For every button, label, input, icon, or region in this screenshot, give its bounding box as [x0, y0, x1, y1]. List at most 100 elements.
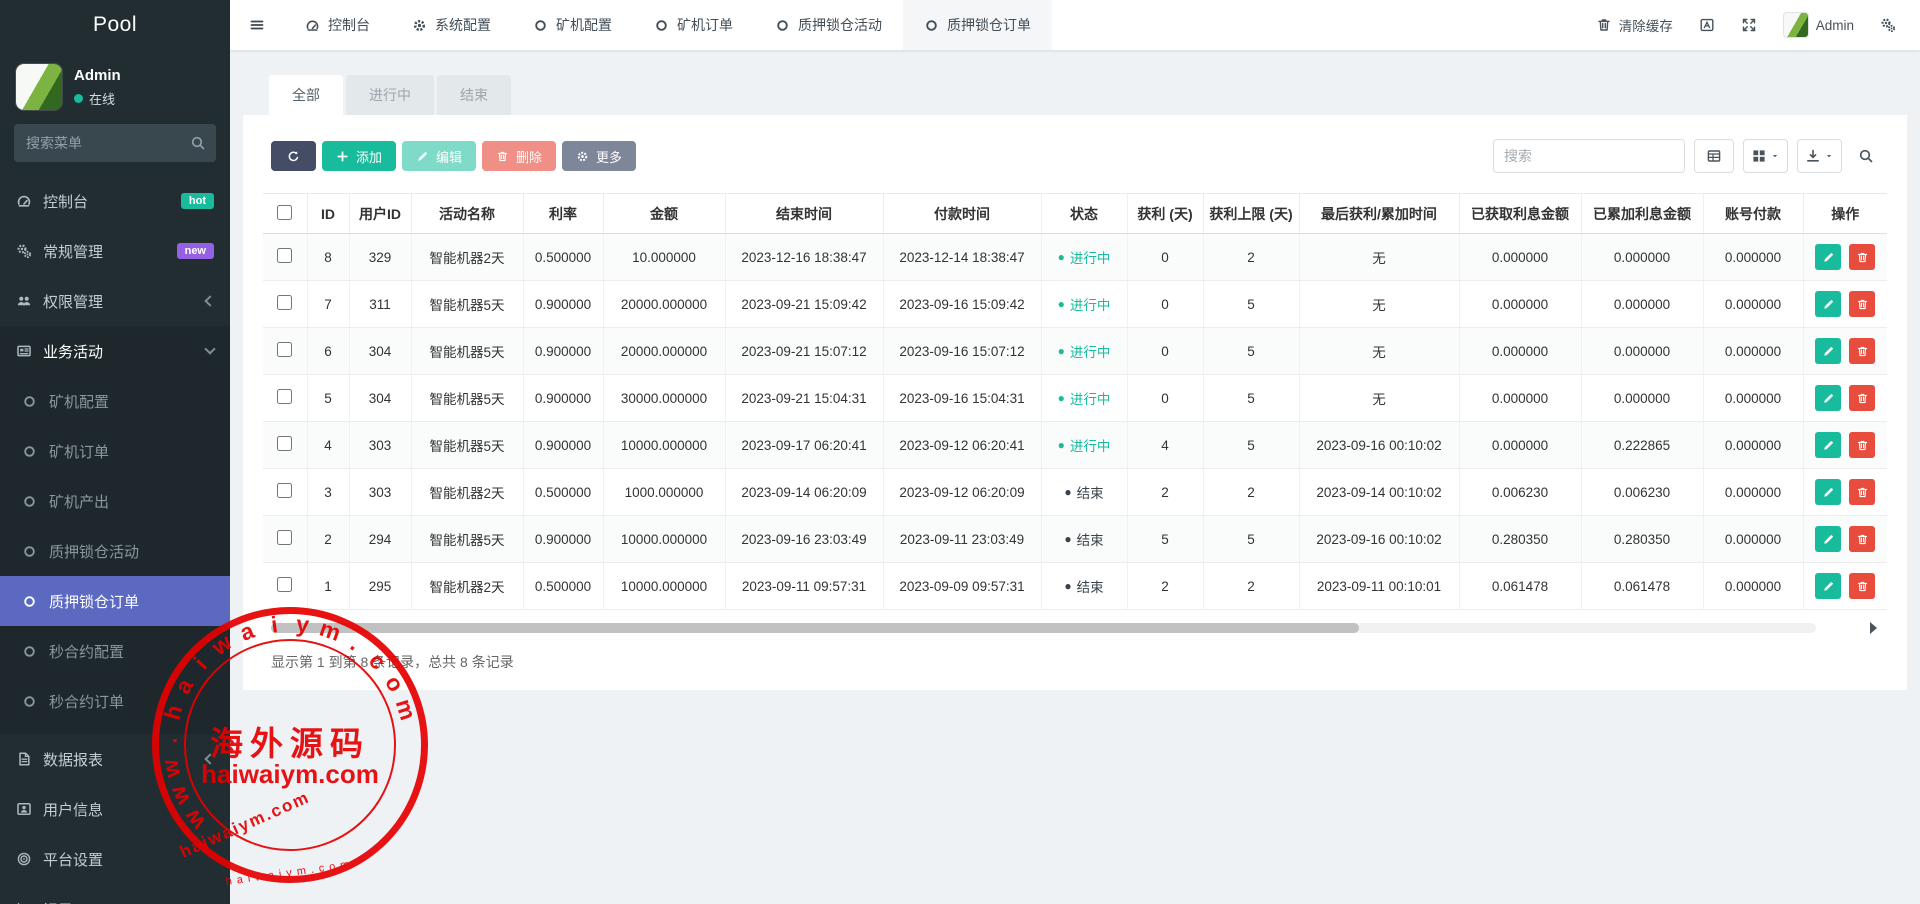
tab-staking-activity[interactable]: 质押锁仓活动	[754, 0, 903, 50]
row-delete-button[interactable]	[1849, 338, 1875, 364]
cell-last-profit-time: 无	[1299, 281, 1459, 328]
clear-cache-button[interactable]: 清除缓存	[1596, 15, 1673, 35]
sidebar-item-dashboard[interactable]: 控制台 hot	[0, 176, 230, 226]
row-edit-button[interactable]	[1815, 479, 1841, 505]
refresh-button[interactable]	[271, 141, 316, 171]
row-edit-button[interactable]	[1815, 526, 1841, 552]
cell-profit-cap: 5	[1203, 328, 1299, 375]
row-delete-button[interactable]	[1849, 244, 1875, 270]
language-button[interactable]	[1699, 17, 1715, 33]
cell-interest-acc: 0.280350	[1581, 516, 1703, 563]
sidebar-item-seconds-config[interactable]: 秒合约配置	[0, 626, 230, 676]
circle-icon	[22, 444, 37, 459]
col-rate: 利率	[523, 194, 603, 234]
tab-miner-orders[interactable]: 矿机订单	[633, 0, 754, 50]
delete-button[interactable]: 删除	[482, 141, 556, 171]
select-all-checkbox[interactable]	[277, 205, 292, 220]
pencil-icon	[1822, 298, 1835, 311]
cell-last-profit-time: 无	[1299, 375, 1459, 422]
pencil-icon	[1822, 345, 1835, 358]
export-button[interactable]	[1797, 139, 1842, 173]
edit-button[interactable]: 编辑	[402, 141, 476, 171]
cell-activity-name: 智能机器5天	[411, 516, 523, 563]
cell-amount: 1000.000000	[603, 469, 725, 516]
sidebar-item-permissions[interactable]: 权限管理	[0, 276, 230, 326]
row-delete-button[interactable]	[1849, 291, 1875, 317]
cell-rate: 0.900000	[523, 422, 603, 469]
filter-tab-ended[interactable]: 结束	[437, 75, 511, 115]
sidebar-item-reports[interactable]: 数据报表	[0, 734, 230, 784]
pencil-icon	[1822, 580, 1835, 593]
menu-search-input[interactable]	[14, 124, 216, 162]
status-badge: ●进行中	[1058, 247, 1111, 267]
row-edit-button[interactable]	[1815, 338, 1841, 364]
sidebar-item-general[interactable]: 常规管理 new	[0, 226, 230, 276]
row-edit-button[interactable]	[1815, 573, 1841, 599]
cell-actions	[1803, 469, 1887, 516]
cell-account-pay: 0.000000	[1703, 375, 1803, 422]
sidebar-item-user-info[interactable]: 用户信息	[0, 784, 230, 834]
user-name: Admin	[74, 67, 121, 84]
tab-system-config[interactable]: 系统配置	[391, 0, 512, 50]
sidebar-item-miner-config[interactable]: 矿机配置	[0, 376, 230, 426]
sidebar-item-seconds-orders[interactable]: 秒合约订单	[0, 676, 230, 726]
sidebar-item-miner-output[interactable]: 矿机产出	[0, 476, 230, 526]
add-button[interactable]: 添加	[322, 141, 396, 171]
advanced-search-button[interactable]	[1851, 139, 1881, 173]
settings-button[interactable]	[1880, 17, 1896, 33]
tab-miner-config[interactable]: 矿机配置	[512, 0, 633, 50]
row-checkbox[interactable]	[277, 342, 292, 357]
fullscreen-button[interactable]	[1741, 17, 1757, 33]
row-checkbox[interactable]	[277, 483, 292, 498]
row-edit-button[interactable]	[1815, 385, 1841, 411]
cell-id: 1	[307, 563, 349, 610]
cell-status: ●结束	[1041, 516, 1127, 563]
sidebar-search	[14, 124, 216, 162]
row-checkbox[interactable]	[277, 577, 292, 592]
row-checkbox[interactable]	[277, 389, 292, 404]
status-dot-icon: ●	[1064, 532, 1071, 546]
cell-account-pay: 0.000000	[1703, 422, 1803, 469]
row-edit-button[interactable]	[1815, 291, 1841, 317]
sidebar-item-staking-orders[interactable]: 质押锁仓订单	[0, 576, 230, 626]
more-button[interactable]: 更多	[562, 141, 636, 171]
row-delete-button[interactable]	[1849, 432, 1875, 458]
chevron-right-icon[interactable]	[1870, 622, 1877, 634]
col-actions: 操作	[1803, 194, 1887, 234]
row-checkbox[interactable]	[277, 530, 292, 545]
cell-user-id: 304	[349, 375, 411, 422]
row-delete-button[interactable]	[1849, 385, 1875, 411]
sidebar-item-miner-orders[interactable]: 矿机订单	[0, 426, 230, 476]
sidebar-item-staking-activity[interactable]: 质押锁仓活动	[0, 526, 230, 576]
row-delete-button[interactable]	[1849, 526, 1875, 552]
table-search-input[interactable]	[1493, 139, 1685, 173]
cell-interest-got: 0.000000	[1459, 422, 1581, 469]
toggle-view-button[interactable]	[1694, 139, 1734, 173]
row-checkbox[interactable]	[277, 248, 292, 263]
pencil-icon	[1822, 251, 1835, 264]
user-menu[interactable]: Admin	[1783, 12, 1854, 38]
avatar	[16, 64, 62, 110]
cell-profit-cap: 2	[1203, 563, 1299, 610]
row-delete-button[interactable]	[1849, 573, 1875, 599]
scrollbar-track[interactable]	[271, 623, 1816, 633]
bullseye-icon	[16, 851, 32, 867]
filter-tab-running[interactable]: 进行中	[346, 75, 434, 115]
row-edit-button[interactable]	[1815, 432, 1841, 458]
row-edit-button[interactable]	[1815, 244, 1841, 270]
scrollbar-thumb[interactable]	[271, 623, 1359, 633]
gear-icon	[412, 18, 427, 33]
row-checkbox[interactable]	[277, 436, 292, 451]
filter-tab-all[interactable]: 全部	[269, 75, 343, 115]
search-icon	[190, 135, 206, 151]
row-checkbox-cell	[263, 234, 307, 281]
row-checkbox[interactable]	[277, 295, 292, 310]
tab-dashboard[interactable]: 控制台	[284, 0, 391, 50]
columns-button[interactable]	[1743, 139, 1788, 173]
sidebar-item-records[interactable]: 记录	[0, 884, 230, 904]
sidebar-toggle-button[interactable]	[230, 0, 284, 50]
row-delete-button[interactable]	[1849, 479, 1875, 505]
sidebar-item-platform-settings[interactable]: 平台设置	[0, 834, 230, 884]
sidebar-item-business[interactable]: 业务活动	[0, 326, 230, 376]
tab-staking-orders[interactable]: 质押锁仓订单	[903, 0, 1052, 50]
